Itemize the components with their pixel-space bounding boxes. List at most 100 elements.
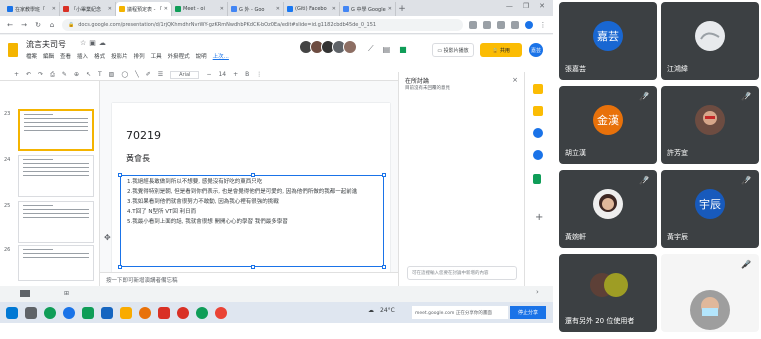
resize-handle[interactable] [118, 173, 122, 177]
participant-tile-overflow[interactable]: 還有另外 20 位使用者 [559, 254, 657, 332]
app-icon[interactable] [196, 306, 208, 319]
present-button[interactable]: ▭ 投影片播放 [432, 43, 474, 57]
star-icon[interactable]: ☆ [80, 39, 89, 47]
last-edit-link[interactable]: 上次... [213, 52, 229, 60]
filmstrip-view-icon[interactable]: ⊞ [64, 290, 69, 297]
slides-logo-icon[interactable] [8, 43, 18, 57]
resize-handle[interactable] [251, 265, 255, 269]
participant-tile[interactable]: 🎤̸ 黃婉軒 [559, 170, 657, 248]
contacts-icon[interactable] [533, 150, 543, 160]
calendar-icon[interactable] [533, 128, 543, 138]
close-icon[interactable]: ✕ [332, 6, 336, 12]
reload-icon[interactable]: ↻ [34, 21, 42, 29]
close-icon[interactable]: ✕ [276, 6, 280, 12]
grid-view-icon[interactable] [20, 290, 30, 297]
browser-tab[interactable]: 「小畢業紀念 ✕ [60, 2, 116, 16]
participant-tile[interactable]: 🎤̸ 許芳宜 [661, 86, 759, 164]
profile-icon[interactable] [525, 20, 533, 29]
bullet-line[interactable]: 2.我覺得特別是朝, 但是看到你們表示, 也是會覺得他們是可愛的, 因為他們所做… [121, 186, 383, 196]
app-icon[interactable] [158, 306, 170, 319]
edge-icon[interactable] [63, 306, 75, 319]
menu-view[interactable]: 查看 [60, 52, 71, 60]
pen-icon[interactable]: ✐ [146, 71, 151, 78]
extension-icon[interactable] [483, 20, 491, 29]
keep-icon[interactable] [533, 84, 543, 94]
browser-tab[interactable]: Meet - oi ✕ [172, 2, 228, 16]
slide-thumbnail[interactable] [18, 245, 94, 281]
slide-thumbnail[interactable] [18, 201, 94, 243]
close-icon[interactable]: ✕ [220, 6, 224, 12]
menu-edit[interactable]: 編輯 [43, 52, 54, 60]
undo-icon[interactable]: ↶ [26, 71, 31, 78]
browser-tab-active[interactable]: 議程預定表 - 「✕ [116, 2, 172, 16]
move-icon[interactable]: ▣ [89, 39, 99, 47]
bullet-line[interactable]: 3.我如果看到他們就會很努力不敢動, 因為我心裡有很強的挑戰 [121, 196, 383, 206]
bold-icon[interactable]: B [245, 71, 249, 78]
close-icon[interactable]: ✕ [52, 6, 56, 12]
slide-thumbnail-selected[interactable] [18, 109, 94, 151]
resize-handle[interactable] [118, 265, 122, 269]
close-icon[interactable]: × [512, 76, 518, 84]
participant-tile[interactable]: 🎤̸ [661, 254, 759, 332]
new-tab-button[interactable]: + [396, 2, 408, 16]
app-icon[interactable] [215, 306, 227, 319]
font-size-decrease[interactable]: − [206, 71, 211, 78]
image-icon[interactable]: ▨ [109, 71, 115, 78]
browser-tab[interactable]: G 中學 Google ✕ [340, 2, 396, 16]
browser-tab[interactable]: 在家教學班「 ✕ [4, 2, 60, 16]
redo-icon[interactable]: ↷ [38, 71, 43, 78]
menu-format[interactable]: 格式 [94, 52, 105, 60]
resize-handle[interactable] [382, 265, 386, 269]
back-icon[interactable]: ← [6, 21, 14, 29]
tasks-icon[interactable] [533, 106, 543, 116]
avatar[interactable] [343, 40, 357, 54]
bullet-line[interactable]: 5.我最小看到上面的話, 我就會很想 開開心心的學習 我們最多學習 [121, 216, 383, 226]
selected-text-box[interactable]: 1.我絕經長敢做到所以不想要, 感覺沒有好吃的東西只吃 2.我覺得特別是朝, 但… [118, 173, 386, 269]
comment-input[interactable]: 可在這裡輸入您要在討論中新增的內容 [407, 266, 517, 280]
task-view-icon[interactable] [25, 306, 37, 319]
app-icon[interactable] [177, 306, 189, 319]
minimize-icon[interactable]: — [506, 2, 513, 10]
font-size-field[interactable]: 14 [218, 71, 226, 78]
participant-tile[interactable]: 嘉芸 張嘉芸 [559, 2, 657, 80]
forward-icon[interactable]: → [20, 21, 28, 29]
comment-icon[interactable]: ▤ [383, 45, 391, 54]
close-icon[interactable]: ✕ [108, 6, 112, 12]
word-icon[interactable] [101, 306, 113, 319]
menu-slide[interactable]: 投影片 [111, 52, 128, 60]
url-field[interactable]: 🔒 docs.google.com/presentation/d/1rjQKhmd… [62, 18, 463, 31]
select-icon[interactable]: ↖ [86, 71, 91, 78]
slide-subtitle[interactable]: 黃會長 [126, 153, 150, 164]
chrome-icon[interactable] [44, 306, 56, 319]
stop-sharing-button[interactable]: 停止分享 [510, 306, 546, 319]
puzzle-icon[interactable] [511, 20, 519, 29]
cloud-icon[interactable]: ☁ [99, 39, 109, 47]
textbox-icon[interactable]: T [98, 71, 102, 78]
more-icon[interactable]: ⋮ [256, 71, 262, 78]
menu-help[interactable]: 說明 [196, 52, 207, 60]
menu-file[interactable]: 檔案 [26, 52, 37, 60]
slide-canvas[interactable]: 70219 黃會長 1.我絕經長敢做到所以不想要, 感覺沒有好吃的東西只吃 2.… [112, 103, 390, 273]
font-size-increase[interactable]: + [233, 71, 238, 78]
font-select[interactable]: Arial [170, 70, 200, 79]
activity-icon[interactable]: ⟋ [368, 44, 374, 54]
paint-format-icon[interactable]: ✎ [62, 71, 67, 78]
menu-icon[interactable]: ⋮ [539, 21, 547, 29]
home-icon[interactable]: ⌂ [48, 21, 56, 29]
participant-tile[interactable]: 🎤̸ 宇辰 黃宇辰 [661, 170, 759, 248]
close-icon[interactable]: ✕ [164, 6, 168, 12]
extension-icon[interactable] [469, 20, 477, 29]
menu-insert[interactable]: 插入 [77, 52, 88, 60]
folder-icon[interactable] [120, 306, 132, 319]
align-icon[interactable]: ☰ [158, 71, 163, 78]
slide-thumbnail[interactable] [18, 155, 94, 197]
resize-handle[interactable] [382, 173, 386, 177]
document-title[interactable]: 流言夫司号 [26, 39, 66, 50]
restore-icon[interactable]: ❐ [523, 2, 529, 10]
browser-tab[interactable]: (Giti) Facebo ✕ [284, 2, 340, 16]
add-icon[interactable]: + [14, 71, 19, 78]
star-icon[interactable] [497, 20, 505, 29]
app-icon[interactable] [139, 306, 151, 319]
move-handle-icon[interactable]: ✥ [104, 233, 111, 242]
close-window-icon[interactable]: ✕ [539, 2, 545, 10]
